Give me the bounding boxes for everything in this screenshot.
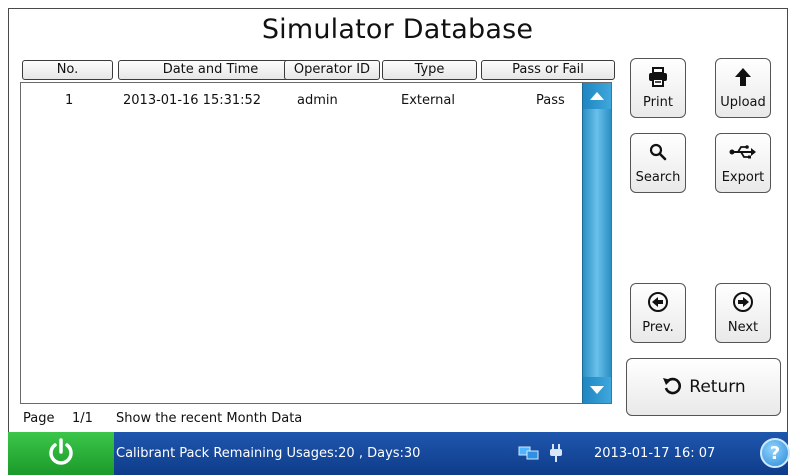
next-label: Next [727,320,759,335]
prev-button[interactable]: Prev. [630,283,686,343]
next-button[interactable]: Next [715,283,771,343]
status-datetime: 2013-01-17 16: 07 [594,446,716,461]
cell-result: Pass [536,93,565,108]
print-button[interactable]: Print [630,58,686,118]
calibrant-status: Calibrant Pack Remaining Usages:20 , Day… [116,446,421,461]
cell-operator: admin [297,93,338,108]
upload-label: Upload [720,95,766,110]
return-label: Return [689,377,746,397]
usb-icon [716,140,770,164]
column-header-type[interactable]: Type [382,60,477,80]
search-icon [631,140,685,164]
power-icon [47,437,75,471]
page-indicator: 1/1 [72,411,93,426]
cell-no: 1 [65,93,74,108]
scroll-down-button[interactable] [583,377,611,403]
help-icon: ? [769,442,781,464]
export-button[interactable]: Export [715,133,771,193]
column-header-no[interactable]: No. [22,60,113,80]
scroll-up-icon [590,92,604,100]
filter-text[interactable]: Show the recent Month Data [116,411,302,426]
up-arrow-icon [716,65,770,89]
records-list[interactable]: 1 2013-01-16 15:31:52 admin External Pas… [20,82,612,404]
scroll-up-button[interactable] [583,83,611,109]
return-button[interactable]: Return [626,358,781,416]
prev-label: Prev. [642,320,674,335]
help-button[interactable]: ? [760,438,790,468]
column-header-date-time[interactable]: Date and Time [118,60,303,80]
print-label: Print [643,95,673,110]
column-header-pass-fail[interactable]: Pass or Fail [481,60,615,80]
power-button[interactable] [8,432,114,475]
export-label: Export [721,170,765,185]
cell-type: External [401,93,455,108]
search-button[interactable]: Search [630,133,686,193]
return-arrow-icon [661,374,683,401]
network-icon [518,445,540,465]
search-label: Search [635,170,681,185]
table-row[interactable]: 1 2013-01-16 15:31:52 admin External Pas… [21,93,581,113]
right-arrow-circle-icon [716,290,770,314]
page-label: Page [23,411,55,426]
scrollbar[interactable] [582,83,611,403]
cell-datetime: 2013-01-16 15:31:52 [123,93,262,108]
status-bar: Calibrant Pack Remaining Usages:20 , Day… [8,432,790,475]
left-arrow-circle-icon [631,290,685,314]
printer-icon [631,65,685,89]
column-header-operator-id[interactable]: Operator ID [284,60,380,80]
page-title: Simulator Database [261,14,534,45]
scroll-down-icon [590,386,604,394]
upload-button[interactable]: Upload [715,58,771,118]
plug-icon [549,443,563,467]
